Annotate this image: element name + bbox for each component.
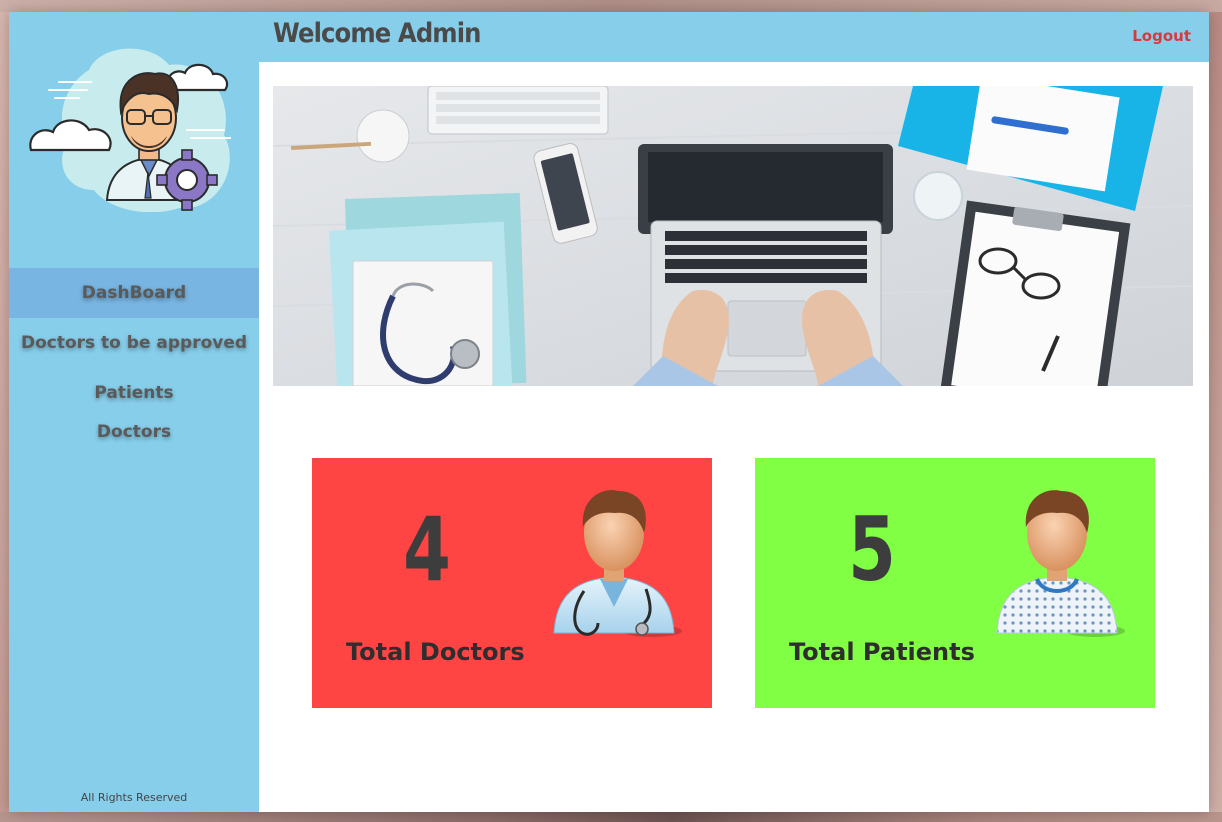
desktop-background-top (0, 0, 1222, 12)
sidebar: DashBoard Doctors to be approved Patient… (9, 12, 259, 812)
sidebar-footer: All Rights Reserved (80, 791, 188, 804)
doctor-icon (553, 490, 682, 637)
sidebar-item-patients[interactable]: Patients (9, 368, 259, 418)
desktop-background-bottom (0, 812, 1222, 822)
total-patients-card[interactable]: 5 Total Patients (755, 458, 1155, 708)
sidebar-nav: DashBoard Doctors to be approved Patient… (9, 268, 259, 452)
total-doctors-card[interactable]: 4 Total Doctors (312, 458, 712, 708)
sidebar-item-dashboard[interactable]: DashBoard (9, 268, 259, 318)
banner-image (273, 86, 1193, 386)
total-patients-count: 5 (848, 498, 896, 601)
total-doctors-label: Total Doctors (346, 638, 525, 666)
page-title: Welcome Admin (273, 18, 481, 49)
sidebar-item-doctors-to-be-approved[interactable]: Doctors to be approved (9, 318, 259, 368)
total-patients-label: Total Patients (789, 638, 975, 666)
top-header: Welcome Admin Logout (259, 12, 1209, 62)
sidebar-item-doctors[interactable]: Doctors (9, 412, 259, 452)
total-doctors-count: 4 (403, 498, 451, 601)
patient-icon (996, 490, 1125, 637)
admin-dashboard-window: DashBoard Doctors to be approved Patient… (9, 12, 1209, 812)
admin-avatar (29, 48, 231, 212)
logout-link[interactable]: Logout (1132, 27, 1191, 45)
